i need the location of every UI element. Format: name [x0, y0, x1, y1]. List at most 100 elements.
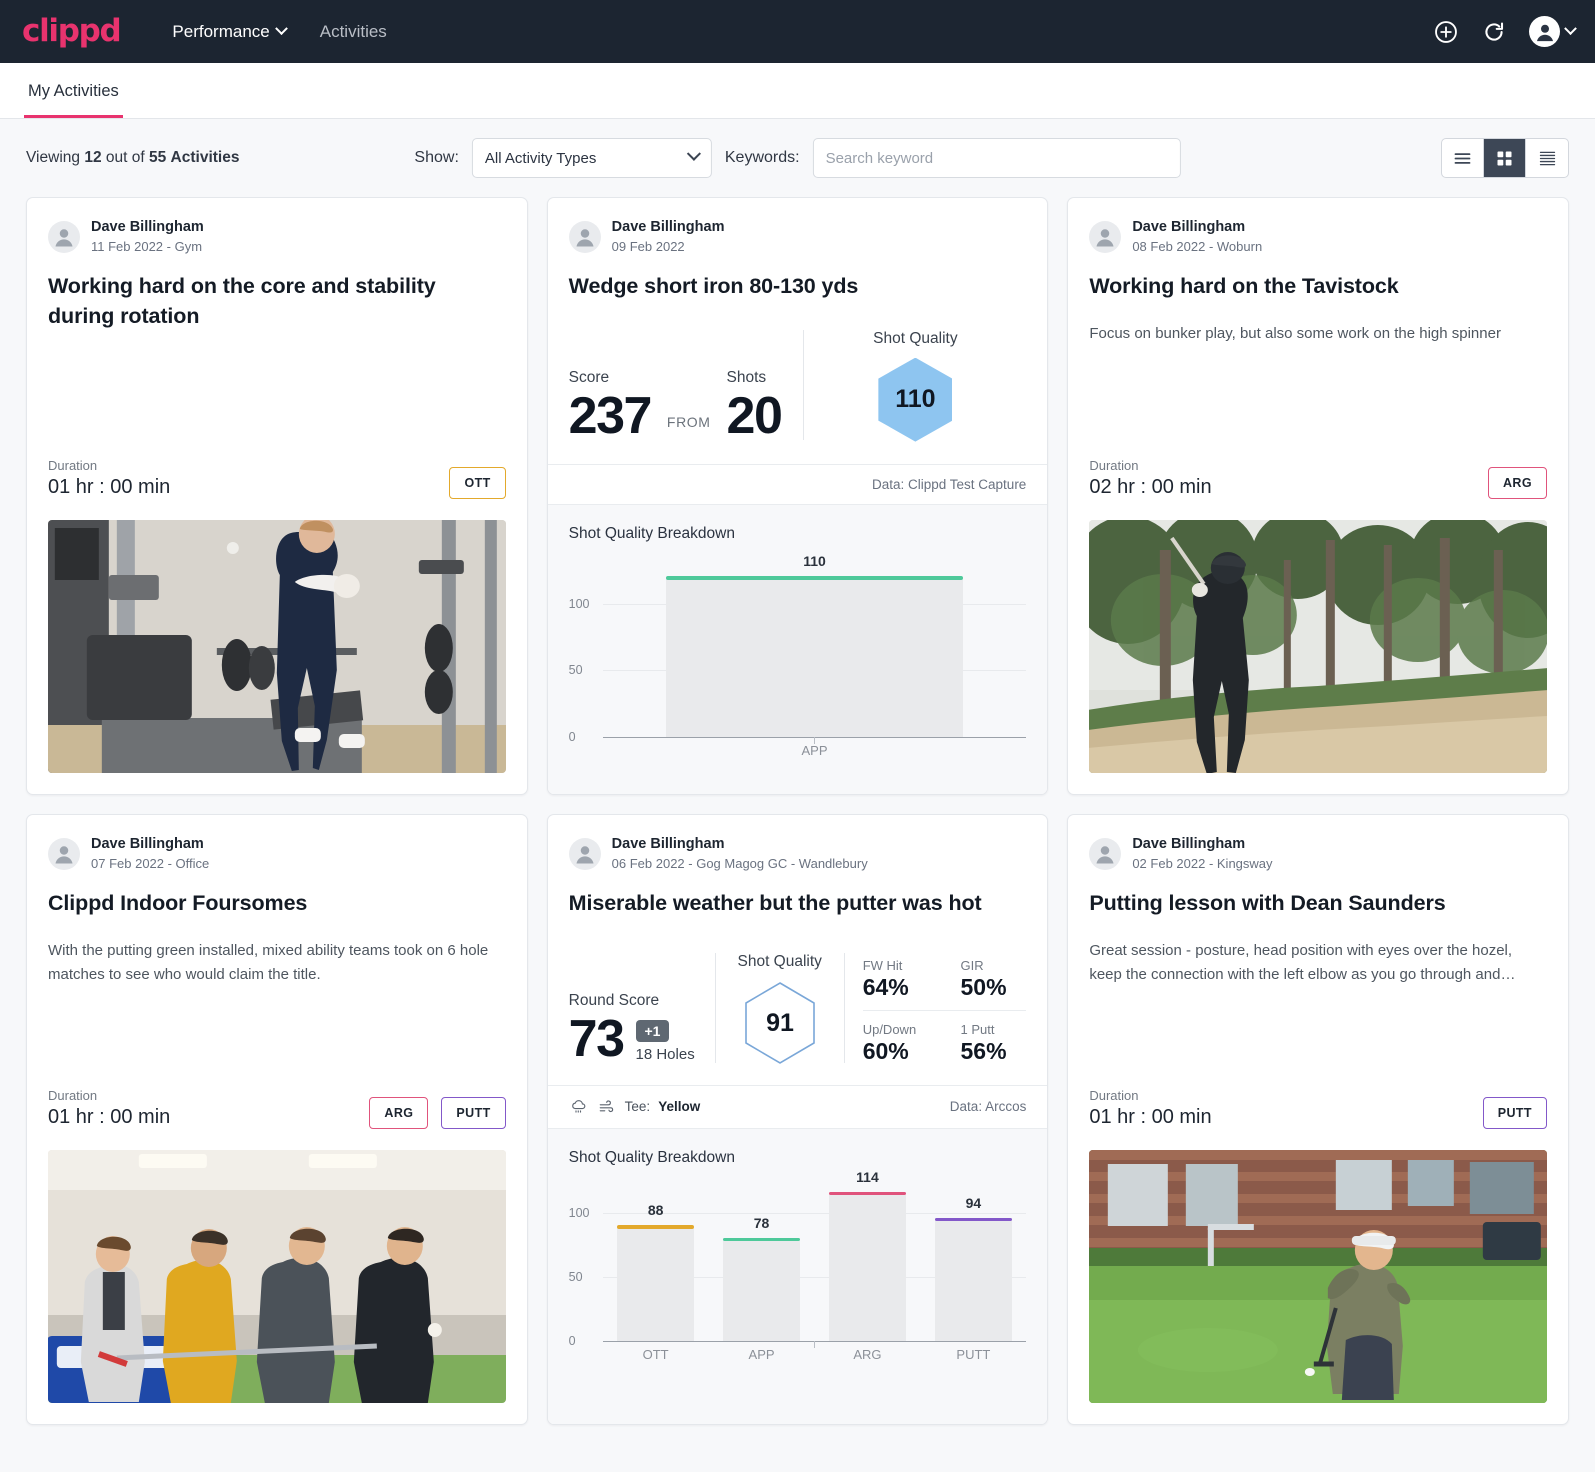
score-value: 237: [568, 386, 653, 445]
stat-up-down: Up/Down 60%: [863, 1013, 945, 1065]
stat-label: GIR: [960, 957, 984, 973]
x-label-putt-text: PUTT: [956, 1346, 991, 1362]
duration-label: Duration: [1089, 1088, 1139, 1103]
avatar-icon: [55, 845, 73, 864]
tag-list: PUTT: [1482, 1097, 1547, 1129]
avatar: [1089, 837, 1122, 870]
chart-title: Shot Quality Breakdown: [568, 524, 735, 542]
avatar-icon: [1096, 228, 1114, 247]
view-mode-toggle: [1441, 138, 1569, 178]
y-tick-100: 100: [568, 1205, 590, 1220]
metrics-strip: Score 237 FROM Shots 20 Shot Quality 110: [548, 329, 1048, 445]
viewing-total: 55: [148, 149, 167, 166]
shot-quality-breakdown-chart: Shot Quality Breakdown 100 50 0 88 78 11…: [547, 1127, 1048, 1424]
bar-slot-ott: 88: [603, 1175, 709, 1341]
tag-arg[interactable]: ARG: [1488, 467, 1547, 499]
clippd-logo[interactable]: clippd: [22, 16, 122, 47]
bar-cap-ott: [617, 1225, 694, 1229]
bar-cap-app: [723, 1237, 800, 1242]
gym-workout-photo: [48, 520, 506, 773]
avatar-icon: [576, 845, 594, 864]
tag-list: OTT: [449, 467, 506, 499]
show-label: Show:: [414, 149, 459, 166]
chart-plot-area: 100 50 0 88 78 114 94: [568, 1169, 1027, 1348]
grid-view-button[interactable]: [1484, 139, 1526, 177]
card-description: Focus on bunker play, but also some work…: [1089, 324, 1501, 342]
chart-plot-area: 100 50 0 110: [568, 551, 1027, 744]
author-name: Dave Billingham: [1132, 219, 1246, 235]
nav-item-activities[interactable]: Activities: [320, 22, 387, 42]
avatar: [568, 220, 601, 253]
duration-label: Duration: [1089, 458, 1139, 473]
bar-cap-putt: [935, 1217, 1012, 1222]
activity-type-select[interactable]: All Activity Types: [471, 138, 712, 178]
duration-row: Duration 01 hr : 00 min PUTT: [1068, 1088, 1568, 1129]
card-author: Dave Billingham 06 Feb 2022 - Gog Magog …: [568, 835, 1027, 872]
data-source: Data: Arccos: [949, 1099, 1027, 1115]
bar-app: 78: [723, 1215, 800, 1341]
activity-card-miserable-weather[interactable]: Dave Billingham 06 Feb 2022 - Gog Magog …: [546, 814, 1049, 1425]
stat-label: FW Hit: [862, 957, 903, 973]
viewing-prefix: Viewing: [26, 149, 81, 166]
author-name: Dave Billingham: [91, 836, 204, 852]
activity-card-putting-lesson[interactable]: Dave Billingham 02 Feb 2022 - Kingsway P…: [1067, 814, 1569, 1425]
stat-label: Up/Down: [862, 1021, 917, 1037]
tab-my-activities[interactable]: My Activities: [24, 82, 123, 118]
x-label-app: APP: [603, 736, 1027, 758]
bar-value-app: 78: [753, 1214, 770, 1231]
shot-quality-metric: Shot Quality 91: [716, 953, 844, 1065]
card-title: Working hard on the Tavistock: [1089, 274, 1399, 299]
round-score-label: Round Score: [568, 991, 660, 1009]
activity-meta: 02 Feb 2022 - Kingsway: [1132, 855, 1273, 871]
x-label-ott: OTT: [603, 1340, 816, 1362]
activity-card-indoor-foursomes[interactable]: Dave Billingham 07 Feb 2022 - Office Cli…: [26, 814, 528, 1425]
bar-cap-app: [666, 576, 963, 580]
list-icon: [1454, 152, 1471, 164]
card-title: Miserable weather but the putter was hot: [568, 891, 982, 916]
putting-green-photo: [1089, 1150, 1547, 1403]
bar-ott: 88: [617, 1202, 694, 1341]
indoor-team-photo: [48, 1150, 506, 1403]
tag-arg[interactable]: ARG: [369, 1097, 429, 1129]
holes-label: 18 Holes: [635, 1045, 695, 1063]
duration-value: 01 hr : 00 min: [48, 1106, 171, 1128]
stat-value: 50%: [960, 973, 1007, 1000]
chart-bars: 110: [603, 551, 1027, 737]
tag-ott[interactable]: OTT: [449, 467, 506, 499]
round-score-metric: Round Score 73 +1 18 Holes: [569, 992, 715, 1065]
compact-view-button[interactable]: [1526, 139, 1568, 177]
avatar: [48, 220, 80, 253]
tag-putt[interactable]: PUTT: [441, 1097, 506, 1129]
plus-circle-icon[interactable]: [1433, 19, 1459, 45]
activity-card-tavistock[interactable]: Dave Billingham 08 Feb 2022 - Woburn Wor…: [1067, 197, 1569, 795]
stat-value: 56%: [960, 1037, 1007, 1064]
activity-card-wedge-short-iron[interactable]: Dave Billingham 09 Feb 2022 Wedge short …: [546, 197, 1049, 795]
bar-slot-app: 110: [603, 551, 1027, 737]
duration-value: 02 hr : 00 min: [1089, 476, 1212, 498]
activity-card-core-stability[interactable]: Dave Billingham 11 Feb 2022 - Gym Workin…: [26, 197, 528, 795]
nav-item-performance[interactable]: Performance: [172, 21, 288, 42]
round-stats-grid: FW Hit 64% GIR 50% Up/Down 60% 1 Putt 56…: [845, 958, 1027, 1065]
user-menu[interactable]: [1529, 16, 1577, 47]
filter-controls: Show: All Activity Types Keywords:: [414, 138, 1181, 178]
stat-gir: GIR 50%: [944, 957, 1027, 1011]
avatar-icon: [55, 228, 73, 247]
avatar-icon: [576, 228, 594, 247]
card-title: Putting lesson with Dean Saunders: [1089, 891, 1446, 916]
data-source: Data: Clippd Test Capture: [871, 476, 1027, 492]
nav-item-performance-label: Performance: [172, 21, 270, 41]
list-view-button[interactable]: [1442, 139, 1484, 177]
author-name: Dave Billingham: [91, 219, 204, 235]
search-input[interactable]: [812, 138, 1181, 178]
avatar: [568, 837, 601, 870]
refresh-icon[interactable]: [1481, 19, 1507, 45]
tag-list: ARG: [1488, 467, 1547, 499]
tag-putt[interactable]: PUTT: [1482, 1097, 1547, 1129]
filter-bar: Viewing 12 out of 55 Activities Show: Al…: [0, 119, 1595, 197]
author-name: Dave Billingham: [611, 836, 725, 852]
shot-quality-label: Shot Quality: [873, 329, 958, 347]
bar-slot-putt: 94: [920, 1175, 1026, 1341]
y-tick-100: 100: [568, 596, 590, 611]
y-tick-0: 0: [568, 729, 576, 744]
card-description: Great session - posture, head position w…: [1089, 941, 1516, 983]
